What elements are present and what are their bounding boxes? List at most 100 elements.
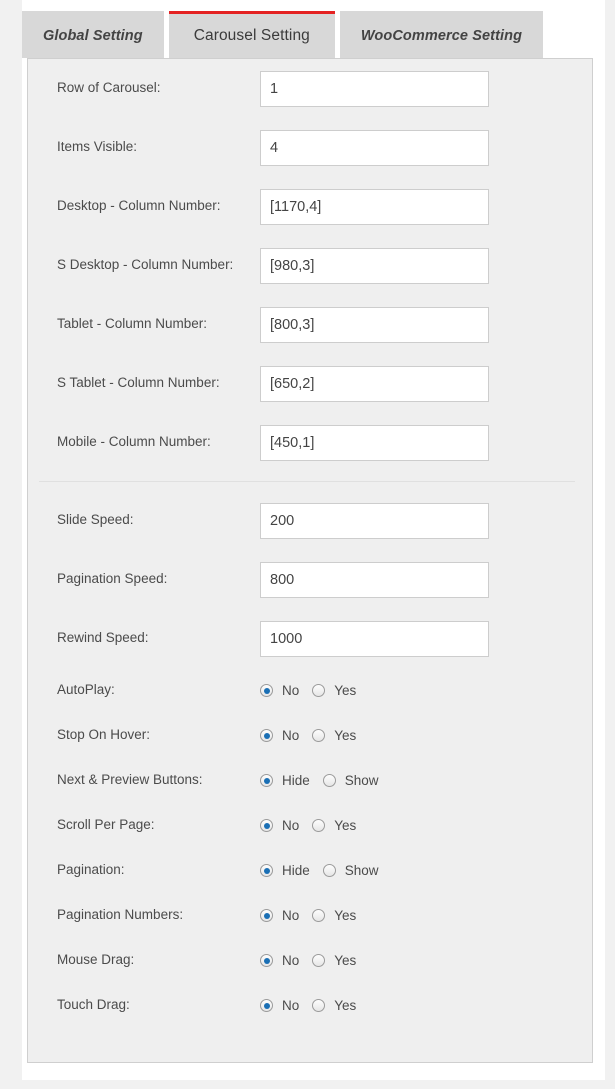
radio-group-stop-on-hover: No Yes bbox=[260, 728, 356, 743]
radio-button-icon[interactable] bbox=[312, 729, 326, 742]
field-label: Tablet - Column Number: bbox=[57, 316, 208, 332]
radio-option-label: No bbox=[282, 818, 300, 833]
field-row-desktop-column-number: Desktop - Column Number: bbox=[28, 177, 592, 236]
radio-button-icon[interactable] bbox=[260, 684, 273, 697]
radio-row-pagination: Pagination: Hide Show bbox=[28, 848, 592, 893]
radio-option-label: No bbox=[282, 908, 300, 923]
radio-option-label: Show bbox=[344, 863, 379, 878]
input-items-visible[interactable] bbox=[260, 129, 489, 166]
radio-option-next-preview-buttons-hide[interactable]: Hide bbox=[260, 773, 310, 788]
radio-row-next-preview-buttons: Next & Preview Buttons: Hide Show bbox=[28, 758, 592, 803]
radio-button-icon[interactable] bbox=[260, 774, 273, 787]
radio-row-pagination-numbers: Pagination Numbers: No Yes bbox=[28, 893, 592, 938]
radio-button-icon[interactable] bbox=[312, 954, 326, 967]
radio-option-label: No bbox=[282, 953, 300, 968]
field-label: Items Visible: bbox=[57, 139, 138, 155]
field-label: S Desktop - Column Number: bbox=[57, 257, 234, 273]
tab-woocommerce-setting[interactable]: WooCommerce Setting bbox=[339, 11, 544, 58]
radio-option-label: Hide bbox=[282, 773, 310, 788]
settings-page: Global Setting Carousel Setting WooCommerc… bbox=[22, 0, 605, 1080]
field-label: Rewind Speed: bbox=[57, 630, 149, 646]
field-label: Row of Carousel: bbox=[57, 80, 161, 96]
radio-label: AutoPlay: bbox=[57, 682, 115, 698]
radio-label: Scroll Per Page: bbox=[57, 817, 155, 833]
tab-carousel-setting[interactable]: Carousel Setting bbox=[168, 11, 335, 58]
radio-label: Mouse Drag: bbox=[57, 952, 135, 968]
carousel-settings-panel: Row of Carousel: Items Visible: Desktop - … bbox=[27, 58, 593, 1063]
input-row-of-carousel[interactable] bbox=[260, 70, 489, 107]
settings-rows: Row of Carousel: Items Visible: Desktop - … bbox=[28, 59, 592, 1028]
radio-option-label: Hide bbox=[282, 863, 310, 878]
field-row-s-tablet-column-number: S Tablet - Column Number: bbox=[28, 354, 592, 413]
radio-button-icon[interactable] bbox=[260, 954, 273, 967]
radio-option-label: Yes bbox=[334, 683, 357, 698]
radio-option-scroll-per-page-yes[interactable]: Yes bbox=[312, 818, 356, 833]
input-s-desktop-column-number[interactable] bbox=[260, 247, 489, 284]
radio-label: Stop On Hover: bbox=[57, 727, 151, 743]
radio-button-icon[interactable] bbox=[312, 909, 326, 922]
radio-option-autoplay-no[interactable]: No bbox=[260, 683, 299, 698]
radio-option-pagination-numbers-yes[interactable]: Yes bbox=[312, 908, 356, 923]
radio-option-label: No bbox=[282, 683, 300, 698]
radio-label: Touch Drag: bbox=[57, 997, 130, 1013]
field-row-mobile-column-number: Mobile - Column Number: bbox=[28, 413, 592, 472]
field-row-slide-speed: Slide Speed: bbox=[28, 491, 592, 550]
radio-button-icon[interactable] bbox=[322, 774, 336, 787]
radio-label: Next & Preview Buttons: bbox=[57, 772, 203, 788]
radio-button-icon[interactable] bbox=[260, 864, 273, 877]
radio-option-next-preview-buttons-show[interactable]: Show bbox=[322, 773, 379, 788]
field-label: Pagination Speed: bbox=[57, 571, 168, 587]
radio-group-scroll-per-page: No Yes bbox=[260, 818, 356, 833]
radio-button-icon[interactable] bbox=[260, 909, 273, 922]
input-mobile-column-number[interactable] bbox=[260, 424, 489, 461]
radio-option-label: Yes bbox=[334, 998, 357, 1013]
radio-button-icon[interactable] bbox=[260, 999, 273, 1012]
radio-button-icon[interactable] bbox=[312, 684, 326, 697]
radio-option-touch-drag-no[interactable]: No bbox=[260, 998, 299, 1013]
radio-option-pagination-numbers-no[interactable]: No bbox=[260, 908, 299, 923]
field-label: Mobile - Column Number: bbox=[57, 434, 211, 450]
radio-group-pagination-numbers: No Yes bbox=[260, 908, 356, 923]
radio-row-autoplay: AutoPlay: No Yes bbox=[28, 668, 592, 713]
field-label: Desktop - Column Number: bbox=[57, 198, 221, 214]
radio-group-next-preview-buttons: Hide Show bbox=[260, 773, 379, 788]
tab-global-setting[interactable]: Global Setting bbox=[22, 11, 164, 58]
radio-label: Pagination Numbers: bbox=[57, 907, 184, 923]
field-row-s-desktop-column-number: S Desktop - Column Number: bbox=[28, 236, 592, 295]
radio-option-touch-drag-yes[interactable]: Yes bbox=[312, 998, 356, 1013]
input-slide-speed[interactable] bbox=[260, 502, 489, 539]
radio-option-label: Yes bbox=[334, 728, 357, 743]
tab-bar: Global Setting Carousel Setting WooCommerc… bbox=[22, 11, 544, 58]
field-label: Slide Speed: bbox=[57, 512, 134, 528]
section-divider bbox=[39, 481, 575, 482]
radio-group-mouse-drag: No Yes bbox=[260, 953, 356, 968]
input-rewind-speed[interactable] bbox=[260, 620, 489, 657]
radio-option-pagination-show[interactable]: Show bbox=[322, 863, 379, 878]
input-tablet-column-number[interactable] bbox=[260, 306, 489, 343]
radio-option-label: Yes bbox=[334, 818, 357, 833]
input-pagination-speed[interactable] bbox=[260, 561, 489, 598]
radio-group-pagination: Hide Show bbox=[260, 863, 379, 878]
radio-option-label: Yes bbox=[334, 953, 357, 968]
radio-button-icon[interactable] bbox=[260, 729, 273, 742]
radio-button-icon[interactable] bbox=[260, 819, 273, 832]
field-row-items-visible: Items Visible: bbox=[28, 118, 592, 177]
input-s-tablet-column-number[interactable] bbox=[260, 365, 489, 402]
radio-row-touch-drag: Touch Drag: No Yes bbox=[28, 983, 592, 1028]
radio-button-icon[interactable] bbox=[312, 819, 326, 832]
radio-option-mouse-drag-no[interactable]: No bbox=[260, 953, 299, 968]
radio-option-autoplay-yes[interactable]: Yes bbox=[312, 683, 356, 698]
radio-option-stop-on-hover-no[interactable]: No bbox=[260, 728, 299, 743]
radio-option-label: No bbox=[282, 728, 300, 743]
radio-option-pagination-hide[interactable]: Hide bbox=[260, 863, 310, 878]
radio-group-autoplay: No Yes bbox=[260, 683, 356, 698]
radio-button-icon[interactable] bbox=[312, 999, 326, 1012]
input-desktop-column-number[interactable] bbox=[260, 188, 489, 225]
radio-button-icon[interactable] bbox=[322, 864, 336, 877]
radio-option-mouse-drag-yes[interactable]: Yes bbox=[312, 953, 356, 968]
radio-option-scroll-per-page-no[interactable]: No bbox=[260, 818, 299, 833]
radio-option-stop-on-hover-yes[interactable]: Yes bbox=[312, 728, 356, 743]
radio-option-label: Show bbox=[344, 773, 379, 788]
field-row-tablet-column-number: Tablet - Column Number: bbox=[28, 295, 592, 354]
field-row-rewind-speed: Rewind Speed: bbox=[28, 609, 592, 668]
